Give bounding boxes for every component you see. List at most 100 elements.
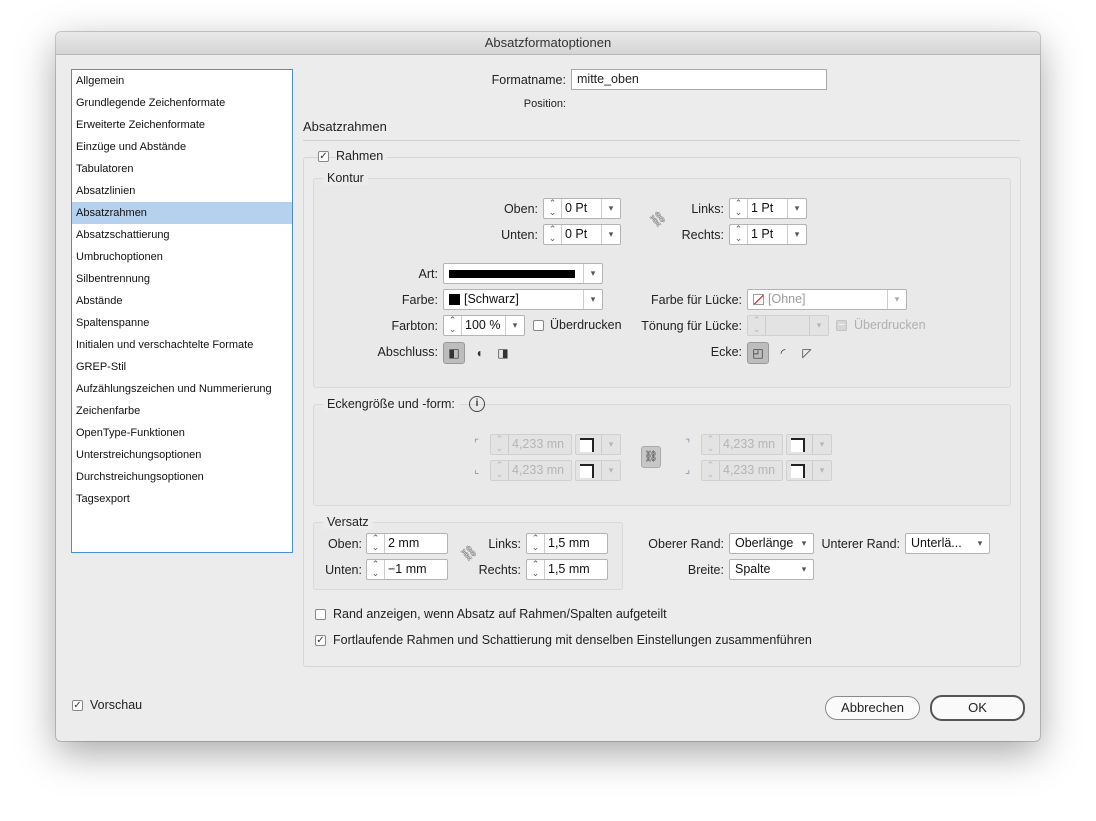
stepper-icon[interactable]: ⌃ ⌄ <box>491 435 509 454</box>
stroke-style-preview <box>449 270 575 278</box>
chevron-down-icon[interactable]: ▾ <box>809 316 828 335</box>
sidebar-item[interactable]: Erweiterte Zeichenformate <box>72 114 292 136</box>
corner-tr-shape[interactable]: ▾ <box>786 434 832 455</box>
eckform-legend: Eckengröße und -form: <box>323 397 459 411</box>
stepper-icon[interactable]: ⌃ ⌄ <box>527 534 545 553</box>
stepper-icon[interactable]: ⌃ ⌄ <box>730 225 748 244</box>
chevron-down-icon[interactable]: ▾ <box>787 199 806 218</box>
chevron-down-icon[interactable]: ▾ <box>505 316 524 335</box>
chevron-down-icon[interactable]: ▾ <box>795 560 813 579</box>
projecting-cap-icon[interactable]: ◨ <box>492 342 514 364</box>
rand-anzeigen-checkbox[interactable] <box>315 609 326 620</box>
butt-cap-icon[interactable]: ◧ <box>443 342 465 364</box>
stepper-icon[interactable]: ⌃ ⌄ <box>527 560 545 579</box>
sidebar-item[interactable]: Allgemein <box>72 70 292 92</box>
breite-select[interactable]: Spalte ▾ <box>729 559 814 580</box>
chevron-down-icon[interactable]: ▾ <box>601 461 620 480</box>
stepper-icon[interactable]: ⌃ ⌄ <box>544 225 562 244</box>
sidebar-item[interactable]: Aufzählungszeichen und Nummerierung <box>72 378 292 400</box>
chevron-down-icon[interactable]: ▾ <box>787 225 806 244</box>
sidebar-item[interactable]: Tabulatoren <box>72 158 292 180</box>
sidebar-item[interactable]: Absatzlinien <box>72 180 292 202</box>
kontur-rechts-value: 1 Pt <box>751 227 774 241</box>
miter-join-icon[interactable]: ◰ <box>747 342 769 364</box>
chevron-down-icon[interactable]: ▾ <box>583 290 602 309</box>
stepper-icon[interactable]: ⌃ ⌄ <box>748 316 766 335</box>
versatz-rechts-field[interactable]: ⌃ ⌄ 1,5 mm <box>526 559 608 580</box>
corner-br-size[interactable]: ⌃ ⌄ 4,233 mn <box>701 460 783 481</box>
chevron-down-icon[interactable]: ▾ <box>583 264 602 283</box>
sidebar-item[interactable]: Umbruchoptionen <box>72 246 292 268</box>
chevron-down-icon[interactable]: ▾ <box>795 534 813 553</box>
category-list: Allgemein Grundlegende Zeichenformate Erwe… <box>71 69 293 553</box>
sidebar-item[interactable]: Initialen und verschachtelte Formate <box>72 334 292 356</box>
stepper-icon[interactable]: ⌃ ⌄ <box>491 461 509 480</box>
stepper-icon[interactable]: ⌃ ⌄ <box>444 316 462 335</box>
ueberdrucken-checkbox[interactable] <box>533 320 544 331</box>
chevron-down-icon[interactable]: ▾ <box>601 225 620 244</box>
sidebar-item[interactable]: Unterstreichungsoptionen <box>72 444 292 466</box>
sidebar-item[interactable]: Absatzrahmen <box>72 202 292 224</box>
versatz-links-field[interactable]: ⌃ ⌄ 1,5 mm <box>526 533 608 554</box>
versatz-unten-field[interactable]: ⌃ ⌄ −1 mm <box>366 559 448 580</box>
kontur-unten-field[interactable]: ⌃ ⌄ 0 Pt ▾ <box>543 224 621 245</box>
oberer-rand-select[interactable]: Oberlänge ▾ <box>729 533 814 554</box>
oberer-rand-value: Oberlänge <box>735 536 794 550</box>
stepper-icon[interactable]: ⌃ ⌄ <box>367 534 385 553</box>
stepper-icon[interactable]: ⌃ ⌄ <box>544 199 562 218</box>
art-select[interactable]: ▾ <box>443 263 603 284</box>
stepper-icon[interactable]: ⌃ ⌄ <box>702 435 720 454</box>
bevel-join-icon[interactable]: ◸ <box>796 342 818 364</box>
sidebar-item[interactable]: Tagsexport <box>72 488 292 510</box>
versatz-oben-field[interactable]: ⌃ ⌄ 2 mm <box>366 533 448 554</box>
rahmen-checkbox[interactable]: ✓ <box>318 151 329 162</box>
sidebar-item[interactable]: OpenType-Funktionen <box>72 422 292 444</box>
sidebar-item[interactable]: Zeichenfarbe <box>72 400 292 422</box>
stepper-icon[interactable]: ⌃ ⌄ <box>702 461 720 480</box>
breite-value: Spalte <box>735 562 771 576</box>
corner-tr-size[interactable]: ⌃ ⌄ 4,233 mn <box>701 434 783 455</box>
sidebar-item[interactable]: Grundlegende Zeichenformate <box>72 92 292 114</box>
chevron-down-icon[interactable]: ▾ <box>971 534 989 553</box>
sidebar-item[interactable]: GREP-Stil <box>72 356 292 378</box>
farbton-field[interactable]: ⌃ ⌄ 100 % ▾ <box>443 315 525 336</box>
chevron-down-icon[interactable]: ▾ <box>887 290 906 309</box>
kontur-rechts-label: Rechts: <box>681 228 724 242</box>
sidebar-item[interactable]: Durchstreichungsoptionen <box>72 466 292 488</box>
chevron-down-icon[interactable]: ▾ <box>812 435 831 454</box>
corner-tl-size[interactable]: ⌃ ⌄ 4,233 mn <box>490 434 572 455</box>
round-cap-icon[interactable]: ◖ <box>468 342 490 364</box>
toenung-field[interactable]: ⌃ ⌄ ▾ <box>747 315 829 336</box>
formatname-input[interactable]: mitte_oben <box>571 69 827 90</box>
kontur-oben-field[interactable]: ⌃ ⌄ 0 Pt ▾ <box>543 198 621 219</box>
fortlaufend-label: Fortlaufende Rahmen und Schattierung mit… <box>333 633 812 647</box>
kontur-rechts-field[interactable]: ⌃ ⌄ 1 Pt ▾ <box>729 224 807 245</box>
vorschau-checkbox[interactable]: ✓ <box>72 700 83 711</box>
corner-bl-size[interactable]: ⌃ ⌄ 4,233 mn <box>490 460 572 481</box>
chevron-down-icon[interactable]: ▾ <box>601 435 620 454</box>
position-label: Position: <box>523 98 566 110</box>
unterer-rand-select[interactable]: Unterlä... ▾ <box>905 533 990 554</box>
chevron-down-icon[interactable]: ▾ <box>601 199 620 218</box>
stepper-icon[interactable]: ⌃ ⌄ <box>367 560 385 579</box>
stepper-icon[interactable]: ⌃ ⌄ <box>730 199 748 218</box>
farbe-luecke-select[interactable]: [Ohne] ▾ <box>747 289 907 310</box>
ok-button[interactable]: OK <box>930 695 1025 721</box>
fortlaufend-checkbox[interactable]: ✓ <box>315 635 326 646</box>
sidebar-item[interactable]: Absatzschattierung <box>72 224 292 246</box>
round-join-icon[interactable]: ◜ <box>772 342 794 364</box>
corner-bl-shape[interactable]: ▾ <box>575 460 621 481</box>
cancel-button[interactable]: Abbrechen <box>825 696 920 720</box>
corner-tl-shape[interactable]: ▾ <box>575 434 621 455</box>
sidebar-item[interactable]: Spaltenspanne <box>72 312 292 334</box>
sidebar-item[interactable]: Einzüge und Abstände <box>72 136 292 158</box>
chevron-down-icon[interactable]: ▾ <box>812 461 831 480</box>
ueberdrucken2-checkbox[interactable]: – <box>836 320 847 331</box>
chain-link-icon[interactable]: ⛓ <box>641 446 661 468</box>
info-icon[interactable]: i <box>469 396 485 412</box>
corner-br-shape[interactable]: ▾ <box>786 460 832 481</box>
sidebar-item[interactable]: Abstände <box>72 290 292 312</box>
sidebar-item[interactable]: Silbentrennung <box>72 268 292 290</box>
farbe-select[interactable]: [Schwarz] ▾ <box>443 289 603 310</box>
kontur-links-field[interactable]: ⌃ ⌄ 1 Pt ▾ <box>729 198 807 219</box>
